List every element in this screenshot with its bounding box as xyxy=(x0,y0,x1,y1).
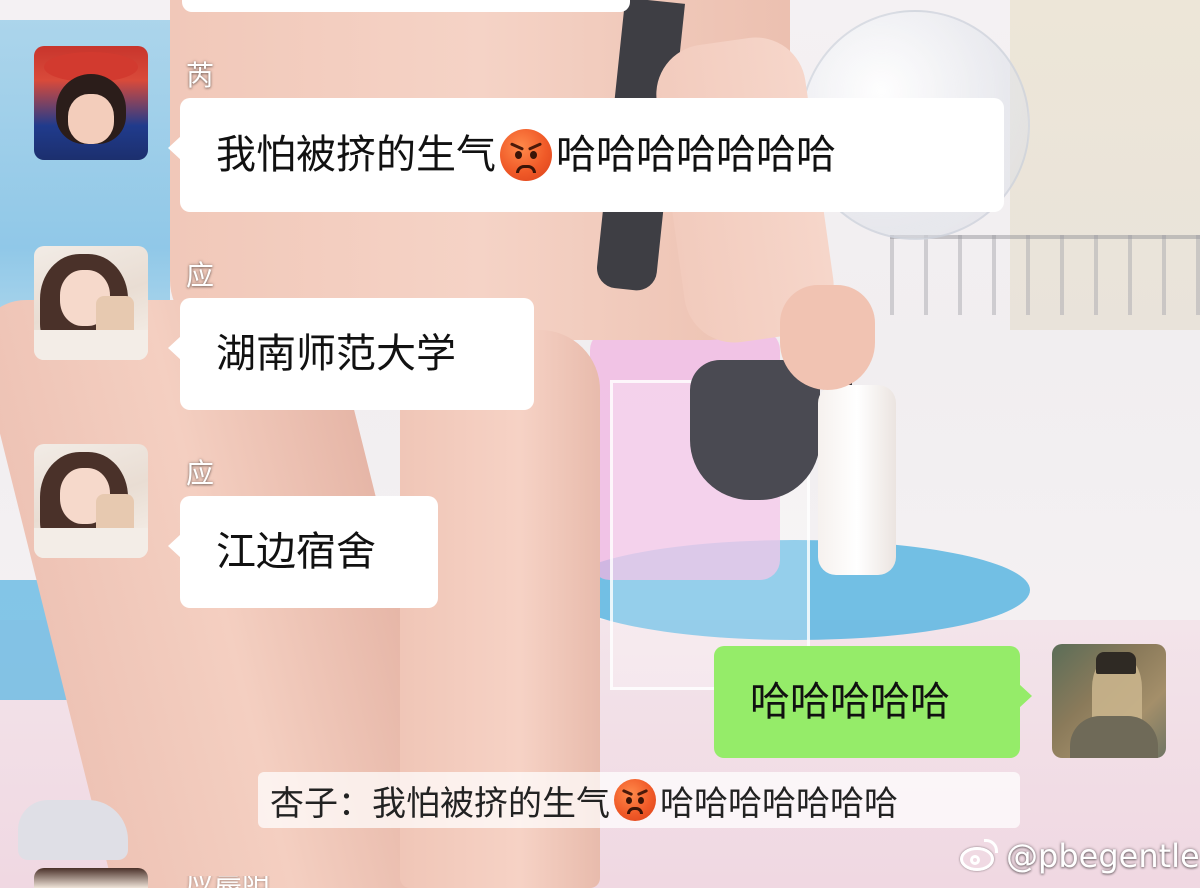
watermark-handle: @pbegentle xyxy=(1006,837,1200,875)
video-subtitle: 杏子：我怕被挤的生气 哈哈哈哈哈哈哈 xyxy=(258,772,1020,828)
avatar-shirt xyxy=(34,330,148,360)
weibo-watermark: @pbegentle xyxy=(956,836,1200,876)
avatar[interactable] xyxy=(34,246,148,360)
message-text-suffix: 哈哈哈哈哈哈哈 xyxy=(556,132,836,178)
subtitle-text-suffix: 哈哈哈哈哈哈哈 xyxy=(660,783,898,824)
avatar-face xyxy=(68,94,114,144)
message-bubble-outgoing[interactable]: 哈哈哈哈哈 xyxy=(714,646,1032,758)
avatar[interactable] xyxy=(34,46,148,160)
previous-message-bubble[interactable] xyxy=(182,0,630,12)
sender-name-partial: 应晨阳 xyxy=(186,876,270,888)
weibo-icon xyxy=(956,839,1000,873)
message-bubble[interactable]: 我怕被挤的生气 哈哈哈哈哈哈哈 xyxy=(168,98,1004,212)
avatar[interactable] xyxy=(1052,644,1166,758)
message-text: 哈哈哈哈哈 xyxy=(750,679,950,725)
message-text: 江边宿舍 xyxy=(216,529,376,575)
avatar-partial[interactable] xyxy=(34,868,148,888)
subtitle-text: 杏子：我怕被挤的生气 xyxy=(270,783,610,824)
avatar-shirt xyxy=(34,528,148,558)
angry-face-icon xyxy=(500,129,552,181)
avatar-hat xyxy=(1096,652,1136,674)
avatar[interactable] xyxy=(34,444,148,558)
message-text: 湖南师范大学 xyxy=(216,331,456,377)
message-text: 我怕被挤的生气 xyxy=(216,132,496,178)
avatar-robe xyxy=(1070,716,1158,758)
chat-transcript: 芮杏子 我怕被挤的生气 哈哈哈哈哈哈哈 应晨阳 湖南师范大学 xyxy=(0,0,1200,888)
angry-face-icon xyxy=(614,779,656,821)
message-bubble[interactable]: 江边宿舍 xyxy=(168,496,438,608)
message-bubble[interactable]: 湖南师范大学 xyxy=(168,298,534,410)
